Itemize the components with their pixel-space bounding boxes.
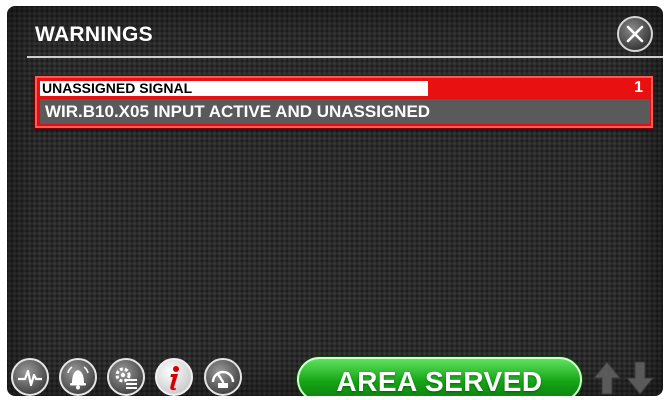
title-divider bbox=[27, 56, 663, 58]
close-button[interactable] bbox=[617, 16, 653, 52]
alarm-bell-icon bbox=[67, 366, 89, 390]
warning-detail-bar: WIR.B10.X05 INPUT ACTIVE AND UNASSIGNED bbox=[40, 99, 650, 124]
area-served-button[interactable]: AREA SERVED bbox=[297, 357, 582, 396]
gauge-button[interactable] bbox=[204, 358, 242, 396]
arrow-down-icon[interactable] bbox=[625, 360, 655, 396]
info-button[interactable] bbox=[155, 358, 193, 396]
warning-item[interactable]: UNASSIGNED SIGNAL 1 WIR.B10.X05 INPUT AC… bbox=[35, 76, 653, 128]
pulse-button[interactable] bbox=[11, 358, 49, 396]
settings-list-button[interactable] bbox=[107, 358, 145, 396]
warning-count: 1 bbox=[634, 79, 643, 96]
gauge-icon bbox=[211, 370, 235, 388]
pulse-icon bbox=[18, 369, 42, 387]
warning-name: UNASSIGNED SIGNAL bbox=[42, 80, 193, 96]
page-title: WARNINGS bbox=[35, 23, 153, 46]
info-icon bbox=[170, 366, 179, 391]
arrow-up-icon[interactable] bbox=[592, 360, 622, 396]
warning-detail: WIR.B10.X05 INPUT ACTIVE AND UNASSIGNED bbox=[45, 102, 431, 121]
settings-list-icon bbox=[115, 367, 137, 389]
warnings-screen: WARNINGS UNASSIGNED SIGNAL 1 WIR.B10.X05… bbox=[7, 6, 663, 396]
area-served-label: AREA SERVED bbox=[336, 366, 543, 396]
alarm-button[interactable] bbox=[59, 358, 97, 396]
close-icon bbox=[626, 25, 644, 43]
